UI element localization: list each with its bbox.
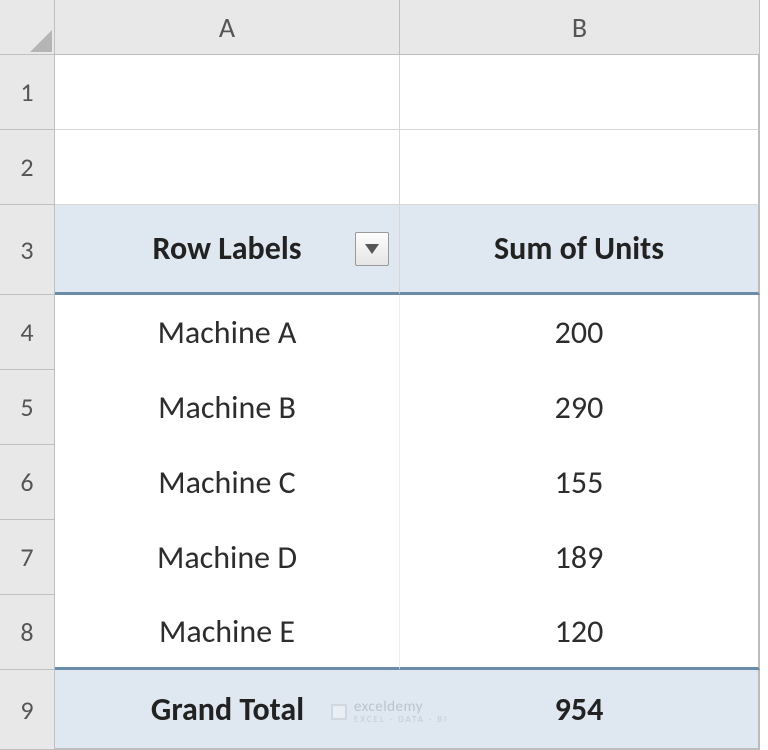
row-header-7[interactable]: 7 (0, 520, 55, 595)
pivot-row-label[interactable]: Machine C (55, 445, 400, 520)
column-header-B[interactable]: B (400, 0, 760, 55)
column-header-A[interactable]: A (55, 0, 400, 55)
pivot-row-label[interactable]: Machine B (55, 370, 400, 445)
row-header-6[interactable]: 6 (0, 445, 55, 520)
pivot-row-value[interactable]: 200 (400, 295, 760, 370)
pivot-row-label[interactable]: Machine A (55, 295, 400, 370)
pivot-row-label[interactable]: Machine D (55, 520, 400, 595)
row-labels-filter-button[interactable] (355, 232, 389, 266)
pivot-header-row-labels[interactable]: Row Labels (55, 205, 400, 295)
select-all-corner[interactable] (0, 0, 55, 55)
select-all-triangle-icon (30, 30, 52, 52)
chevron-down-icon (365, 244, 379, 254)
watermark-logo-icon (330, 703, 348, 721)
pivot-header-sum-units[interactable]: Sum of Units (400, 205, 760, 295)
pivot-row-value[interactable]: 155 (400, 445, 760, 520)
pivot-row-value[interactable]: 120 (400, 595, 760, 670)
pivot-header-row-labels-text: Row Labels (153, 229, 302, 268)
row-header-8[interactable]: 8 (0, 595, 55, 670)
watermark-brand: exceldemy (354, 700, 448, 715)
row-header-1[interactable]: 1 (0, 55, 55, 130)
watermark: exceldemy EXCEL · DATA · BI (330, 700, 448, 724)
row-header-5[interactable]: 5 (0, 370, 55, 445)
row-header-2[interactable]: 2 (0, 130, 55, 205)
row-header-9[interactable]: 9 (0, 670, 55, 750)
cell-A2[interactable] (55, 130, 400, 205)
pivot-row-value[interactable]: 189 (400, 520, 760, 595)
row-header-3[interactable]: 3 (0, 205, 55, 295)
cell-B1[interactable] (400, 55, 760, 130)
pivot-grand-total-value[interactable]: 954 (400, 670, 760, 750)
row-header-4[interactable]: 4 (0, 295, 55, 370)
cell-A1[interactable] (55, 55, 400, 130)
cell-B2[interactable] (400, 130, 760, 205)
pivot-row-label[interactable]: Machine E (55, 595, 400, 670)
spreadsheet-grid: A B 1 2 3 Row Labels Sum of Units 4 Mach… (0, 0, 768, 750)
pivot-row-value[interactable]: 290 (400, 370, 760, 445)
watermark-tagline: EXCEL · DATA · BI (354, 715, 448, 724)
